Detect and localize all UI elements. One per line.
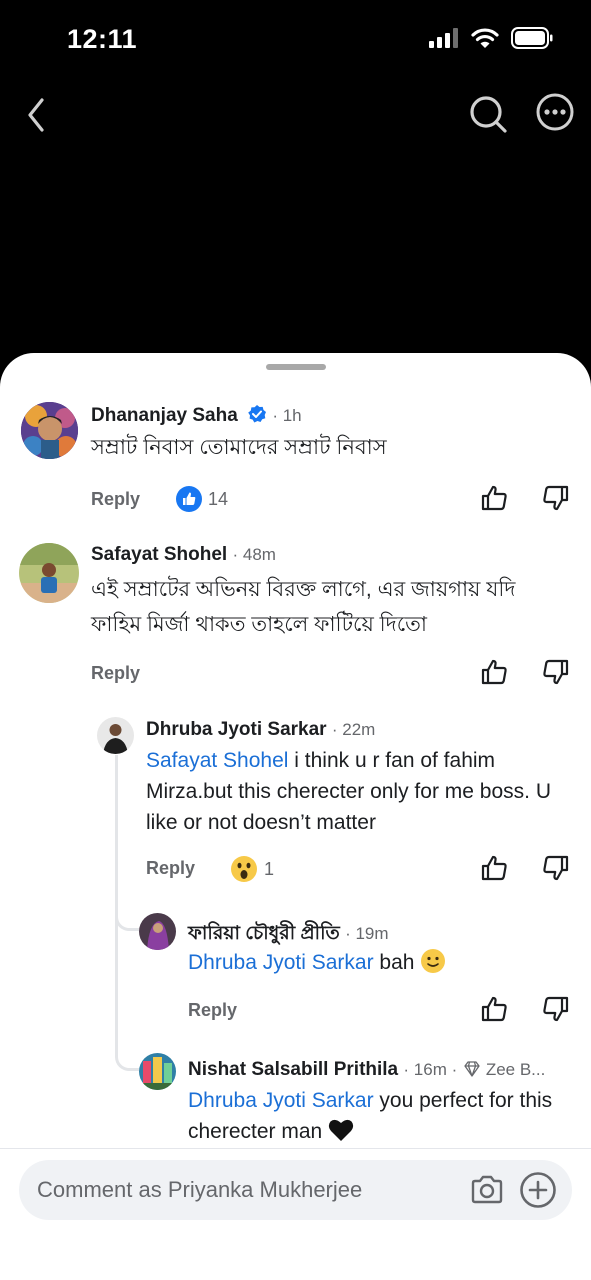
status-icons <box>429 27 553 49</box>
dislike-icon[interactable] <box>540 853 570 883</box>
like-icon[interactable] <box>480 483 510 513</box>
comment-text: এই সম্রাটের অভিনয় বিরক্ত লাগে, এর জায়গ… <box>91 578 516 636</box>
avatar[interactable] <box>97 717 134 754</box>
battery-icon <box>511 27 553 49</box>
mention-link[interactable]: Dhruba Jyoti Sarkar <box>188 951 374 974</box>
like-icon[interactable] <box>480 657 510 687</box>
wow-reaction-icon <box>231 856 257 882</box>
reply-text: Dhruba Jyoti Sarkar you perfect for this… <box>188 1085 568 1147</box>
signal-icon <box>429 28 458 48</box>
reaction-summary[interactable]: 14 <box>176 486 228 512</box>
author-name[interactable]: Dhruba Jyoti Sarkar <box>146 719 327 740</box>
reaction-count: 14 <box>208 488 229 509</box>
avatar-image <box>21 402 78 459</box>
avatar-image <box>139 1053 176 1090</box>
diamond-badge-icon <box>463 1061 480 1077</box>
search-icon[interactable] <box>466 92 510 136</box>
camera-icon[interactable] <box>469 1172 505 1208</box>
reply-time: · 22m <box>331 720 376 739</box>
more-options-icon[interactable] <box>535 92 575 132</box>
back-chevron-icon[interactable] <box>20 90 60 140</box>
comment-input[interactable]: Comment as Priyanka Mukherjee <box>19 1160 572 1220</box>
avatar[interactable] <box>19 543 79 603</box>
avatar[interactable] <box>21 402 78 459</box>
dislike-icon[interactable] <box>540 657 570 687</box>
comment-time: · 1h <box>272 406 302 425</box>
avatar-image <box>139 913 176 950</box>
comment-header: Safayat Shohel · 48m <box>91 544 276 566</box>
like-icon[interactable] <box>480 853 510 883</box>
comment-composer: Comment as Priyanka Mukherjee <box>0 1148 591 1280</box>
avatar[interactable] <box>139 913 176 950</box>
dislike-icon[interactable] <box>540 994 570 1024</box>
thread-connector <box>115 1033 139 1071</box>
status-bar: 12:11 <box>0 0 591 80</box>
author-name[interactable]: Safayat Shohel <box>91 544 227 565</box>
comment-header: Dhananjay Saha · 1h <box>91 404 302 427</box>
wifi-icon <box>471 28 499 48</box>
like-reaction-icon <box>176 486 202 512</box>
like-icon[interactable] <box>480 994 510 1024</box>
comment-text: সম্রাট নিবাস তোমাদের সম্রাট নিবাস <box>91 436 387 459</box>
status-time: 12:11 <box>67 24 138 54</box>
reaction-count: 1 <box>264 858 275 879</box>
author-name[interactable]: Nishat Salsabill Prithila <box>188 1059 398 1080</box>
fan-badge-label[interactable]: Zee B... <box>486 1060 546 1079</box>
dislike-icon[interactable] <box>540 483 570 513</box>
comment-input-placeholder: Comment as Priyanka Mukherjee <box>37 1177 363 1202</box>
avatar[interactable] <box>139 1053 176 1090</box>
mention-link[interactable]: Dhruba Jyoti Sarkar <box>188 1089 374 1112</box>
mention-link[interactable]: Safayat Shohel <box>146 749 288 772</box>
add-attachment-icon[interactable] <box>519 1171 557 1209</box>
reply-button[interactable]: Reply <box>91 489 140 510</box>
author-name[interactable]: ফারিয়া চৌধুরী প্রীতি <box>188 923 340 944</box>
reply-header: Nishat Salsabill Prithila · 16m · Zee B.… <box>188 1059 545 1081</box>
smiley-emoji-icon <box>421 949 446 973</box>
reply-time: · 19m <box>345 924 389 943</box>
author-name[interactable]: Dhananjay Saha <box>91 405 238 426</box>
reply-button[interactable]: Reply <box>146 858 195 879</box>
reaction-summary[interactable]: 1 <box>230 855 274 883</box>
reply-text: Safayat Shohel i think u r fan of fahim … <box>146 745 556 838</box>
verified-badge-icon <box>248 405 267 423</box>
reply-button[interactable]: Reply <box>188 1000 237 1021</box>
top-navigation <box>0 85 591 145</box>
comments-sheet: Dhananjay Saha · 1h সম্রাট নিবাস তোমাদের… <box>0 353 591 1280</box>
reply-time: · 16m · <box>403 1060 458 1079</box>
black-heart-emoji-icon <box>328 1119 354 1141</box>
reply-button[interactable]: Reply <box>91 663 140 684</box>
avatar-image <box>19 543 79 603</box>
reply-header: Dhruba Jyoti Sarkar · 22m <box>146 719 375 741</box>
reply-body: bah <box>373 951 415 974</box>
thread-connector <box>115 893 139 931</box>
comment-time: · 48m <box>232 545 276 564</box>
avatar-image <box>97 717 134 754</box>
sheet-grabber[interactable] <box>266 364 326 370</box>
reply-text: Dhruba Jyoti Sarkar bah <box>188 947 568 978</box>
